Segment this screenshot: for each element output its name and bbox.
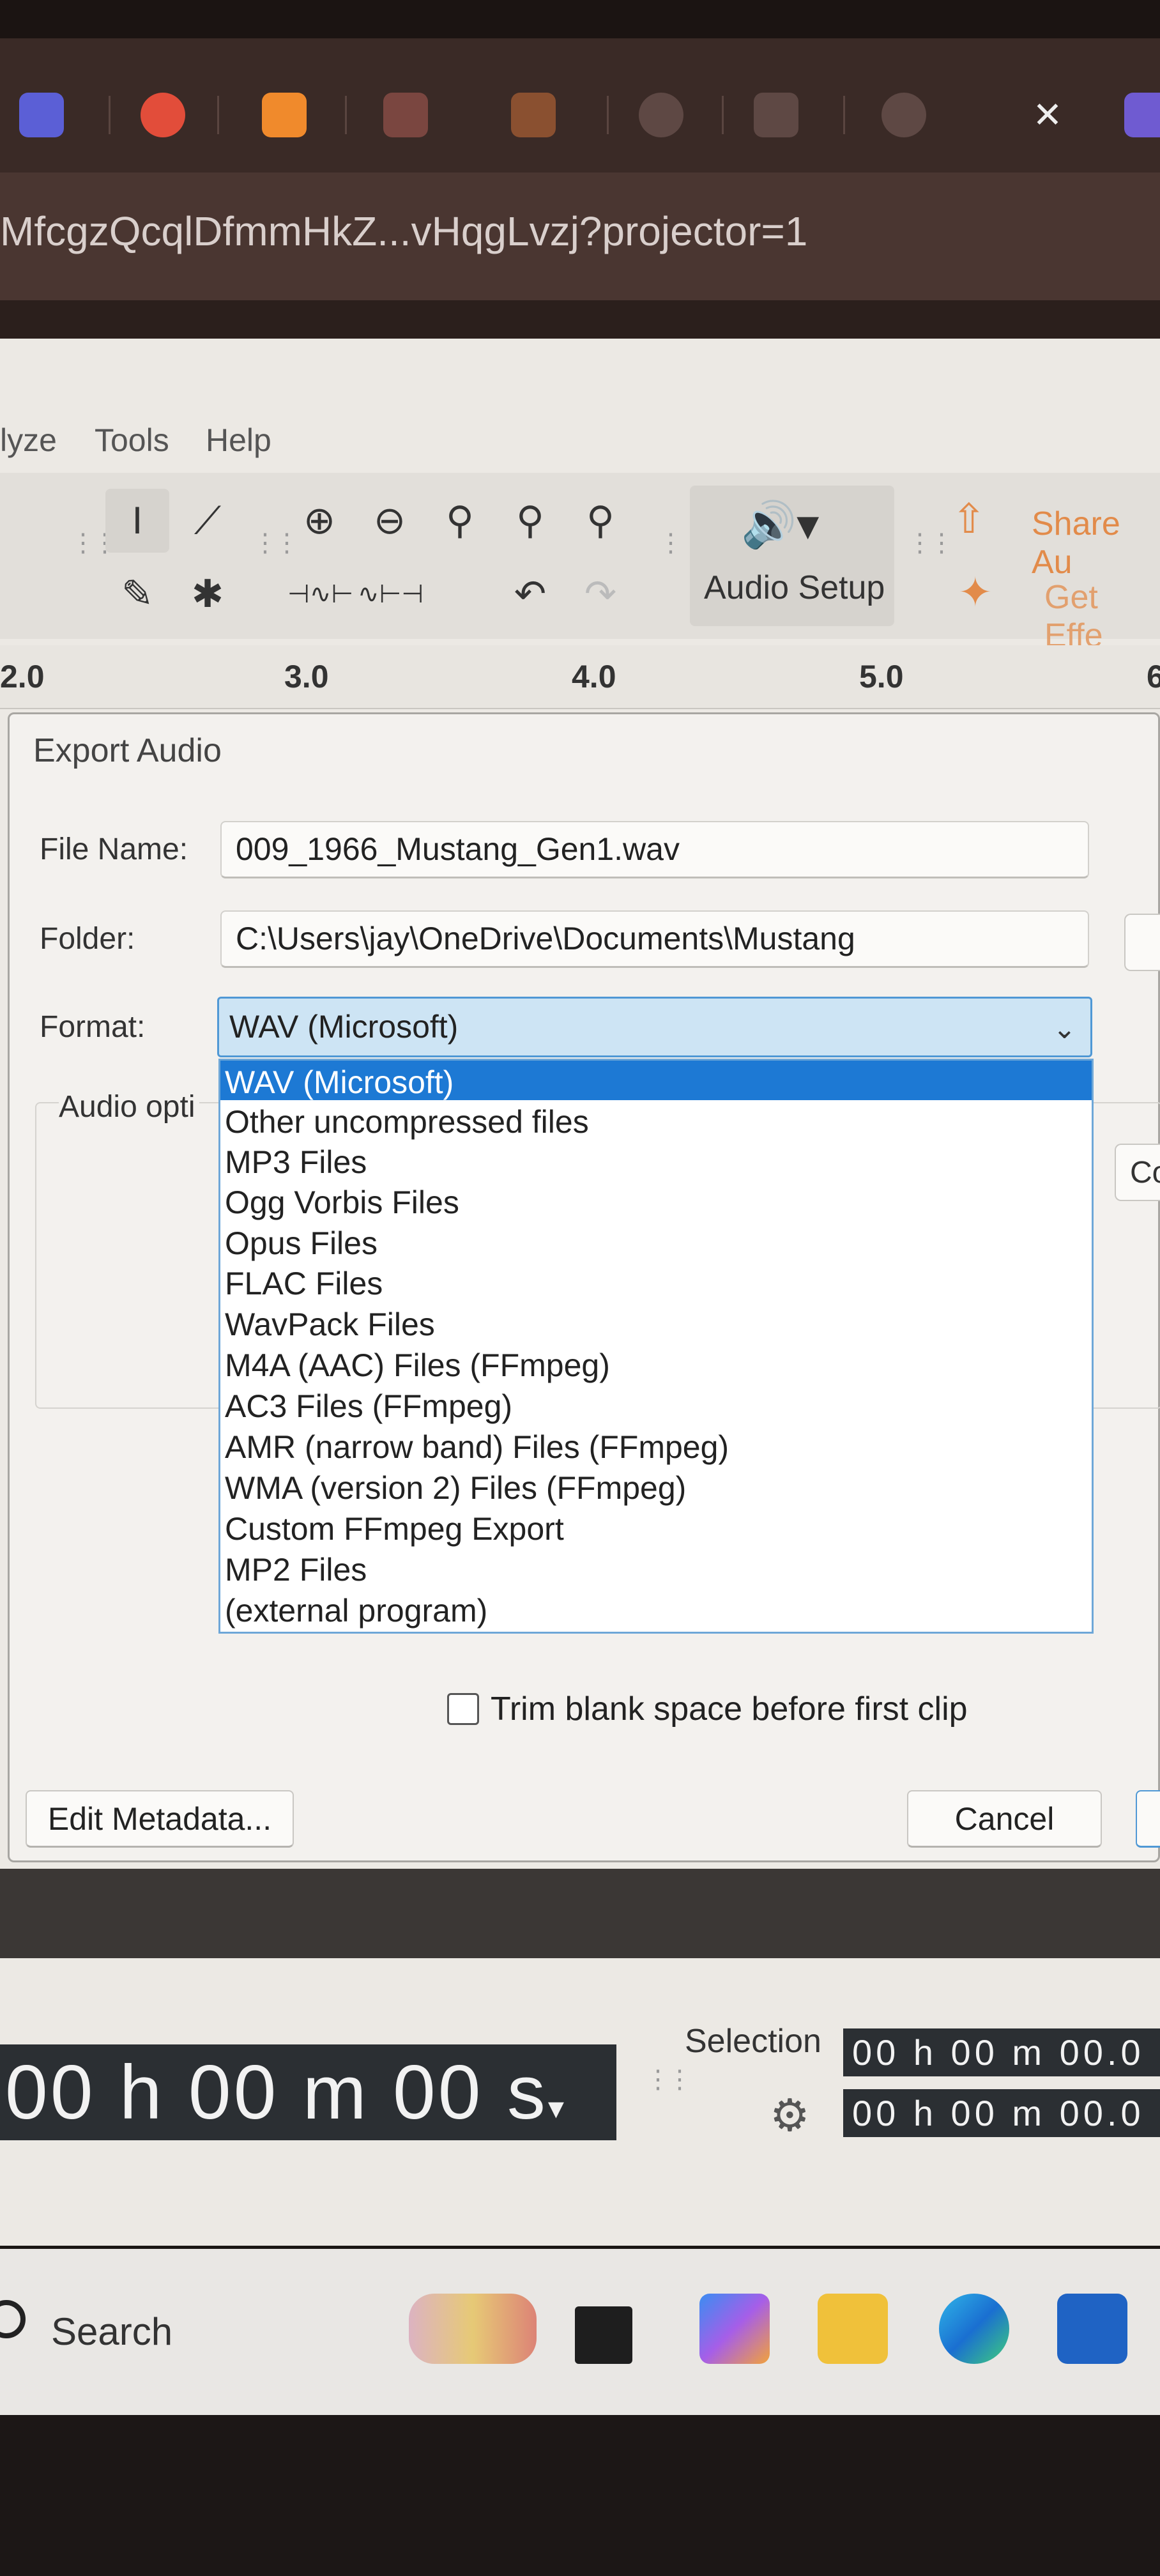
monitor-bezel-top	[0, 0, 1160, 38]
cancel-button[interactable]: Cancel	[907, 1790, 1102, 1848]
file-name-label: File Name:	[40, 832, 188, 866]
format-option-uncompressed[interactable]: Other uncompressed files	[225, 1103, 589, 1140]
format-option-opus[interactable]: Opus Files	[225, 1225, 378, 1262]
share-icon: ⇧	[952, 496, 986, 542]
format-option-mp2[interactable]: MP2 Files	[225, 1551, 367, 1588]
trim-blank-label: Trim blank space before first clip	[491, 1690, 968, 1728]
ruler-label: 5.0	[859, 659, 904, 694]
time-readout: 00 h 00 m 00 s	[5, 2050, 548, 2135]
trim-blank-checkbox[interactable]	[447, 1693, 479, 1725]
selection-tool-icon[interactable]: I	[105, 489, 169, 553]
speaker-icon: 🔊▾	[741, 500, 820, 549]
fit-project-icon[interactable]: ⚲	[498, 489, 562, 553]
ruler-label: 3.0	[284, 659, 329, 694]
format-select[interactable]: WAV (Microsoft)	[217, 997, 1092, 1057]
tab-separator	[607, 96, 609, 134]
folder-label: Folder:	[40, 922, 135, 956]
configure-button[interactable]: Co	[1115, 1144, 1160, 1201]
tab-separator	[722, 96, 724, 134]
edit-metadata-button[interactable]: Edit Metadata...	[26, 1790, 294, 1848]
slides-tab-icon[interactable]	[262, 93, 307, 137]
format-option-amr[interactable]: AMR (narrow band) Files (FFmpeg)	[225, 1429, 729, 1466]
monitor-bezel-bottom	[0, 2415, 1160, 2576]
widgets-icon[interactable]	[409, 2294, 537, 2364]
format-option-flac[interactable]: FLAC Files	[225, 1265, 383, 1302]
selection-end-display[interactable]: 00 h 00 m 00.0	[843, 2089, 1160, 2137]
format-option-external[interactable]: (external program)	[225, 1592, 487, 1629]
ruler-label: 2.0	[0, 659, 45, 694]
tab-icon[interactable]	[511, 93, 556, 137]
export-button[interactable]	[1136, 1790, 1160, 1848]
trim-audio-icon[interactable]: ⊣∿⊢	[287, 562, 353, 626]
format-option-mp3[interactable]: MP3 Files	[225, 1144, 367, 1181]
silence-audio-icon[interactable]: ∿⊢⊣	[358, 562, 424, 626]
undo-icon[interactable]: ↶	[498, 562, 562, 626]
globe-tab-icon[interactable]	[639, 93, 683, 137]
menu-help[interactable]: Help	[206, 422, 271, 459]
tab-separator	[843, 96, 845, 134]
envelope-tool-icon[interactable]: ⟋	[176, 489, 240, 553]
close-tab-icon[interactable]: ✕	[1028, 89, 1067, 141]
ruler-label: 4.0	[572, 659, 616, 694]
toolbar-grip[interactable]: ⋮⋮	[645, 2067, 692, 2092]
copilot-icon[interactable]	[699, 2294, 770, 2364]
format-option-m4a[interactable]: M4A (AAC) Files (FFmpeg)	[225, 1347, 610, 1384]
audio-tab-icon[interactable]	[19, 93, 64, 137]
tab-separator	[217, 96, 219, 134]
chevron-down-icon[interactable]: ⌄	[1053, 1013, 1076, 1045]
menu-analyze[interactable]: lyze	[0, 422, 57, 459]
tab-separator	[109, 96, 111, 134]
folder-input[interactable]: C:\Users\jay\OneDrive\Documents\Mustang	[220, 910, 1089, 968]
zoom-toggle-icon[interactable]: ⚲	[569, 489, 632, 553]
draw-tool-icon[interactable]: ✎	[105, 562, 169, 626]
get-effects-button[interactable]: Get Effe	[1044, 578, 1160, 655]
store-icon[interactable]	[1057, 2294, 1127, 2364]
format-label: Format:	[40, 1010, 146, 1044]
multi-tool-icon[interactable]: ✱	[176, 562, 240, 626]
time-display[interactable]: 00 h 00 m 00 s▾	[0, 2044, 616, 2140]
file-explorer-icon[interactable]	[818, 2294, 888, 2364]
audio-setup-label: Audio Setup	[704, 569, 885, 606]
format-option-custom-ffmpeg[interactable]: Custom FFmpeg Export	[225, 1510, 564, 1547]
format-option-wma[interactable]: WMA (version 2) Files (FFmpeg)	[225, 1469, 686, 1506]
file-name-input[interactable]: 009_1966_Mustang_Gen1.wav	[220, 821, 1089, 878]
zoom-in-icon[interactable]: ⊕	[287, 489, 351, 553]
edge-icon[interactable]	[939, 2294, 1009, 2364]
tab-separator	[345, 96, 347, 134]
school-tab-icon[interactable]	[754, 93, 798, 137]
browser-separator	[0, 300, 1160, 339]
track-area	[0, 1869, 1160, 1958]
audio-options-label: Audio opti	[59, 1089, 199, 1124]
gear-icon[interactable]: ⚙	[770, 2089, 810, 2142]
chevron-down-icon[interactable]: ▾	[548, 2090, 567, 2126]
extension-icon[interactable]	[1124, 93, 1160, 137]
toolbar-grip[interactable]: ⋮⋮	[907, 530, 954, 556]
record-tab-icon[interactable]	[141, 93, 185, 137]
format-option-wavpack[interactable]: WavPack Files	[225, 1306, 435, 1343]
url-text[interactable]: MfcgzQcqlDfmmHkZ...vHqgLvzj?projector=1	[0, 208, 807, 255]
share-audio-button[interactable]: Share Au	[1032, 505, 1160, 581]
selection-label: Selection	[685, 2023, 821, 2060]
ruler-label: 6	[1147, 659, 1160, 694]
selection-start-display[interactable]: 00 h 00 m 00.0	[843, 2028, 1160, 2076]
format-option-ac3[interactable]: AC3 Files (FFmpeg)	[225, 1388, 512, 1425]
fit-selection-icon[interactable]: ⚲	[428, 489, 492, 553]
menu-tools[interactable]: Tools	[95, 422, 169, 459]
tab-icon[interactable]	[383, 93, 428, 137]
task-view-icon[interactable]	[575, 2306, 632, 2364]
redo-icon[interactable]: ↷	[569, 562, 632, 626]
dialog-title: Export Audio	[33, 732, 222, 769]
format-option-ogg[interactable]: Ogg Vorbis Files	[225, 1184, 459, 1221]
globe-tab-icon[interactable]	[881, 93, 926, 137]
format-option-wav[interactable]: WAV (Microsoft)	[225, 1064, 454, 1101]
zoom-out-icon[interactable]: ⊖	[358, 489, 422, 553]
taskbar-search[interactable]: Search	[51, 2310, 172, 2354]
effects-icon: ✦	[958, 569, 993, 615]
browse-button[interactable]	[1124, 914, 1160, 971]
